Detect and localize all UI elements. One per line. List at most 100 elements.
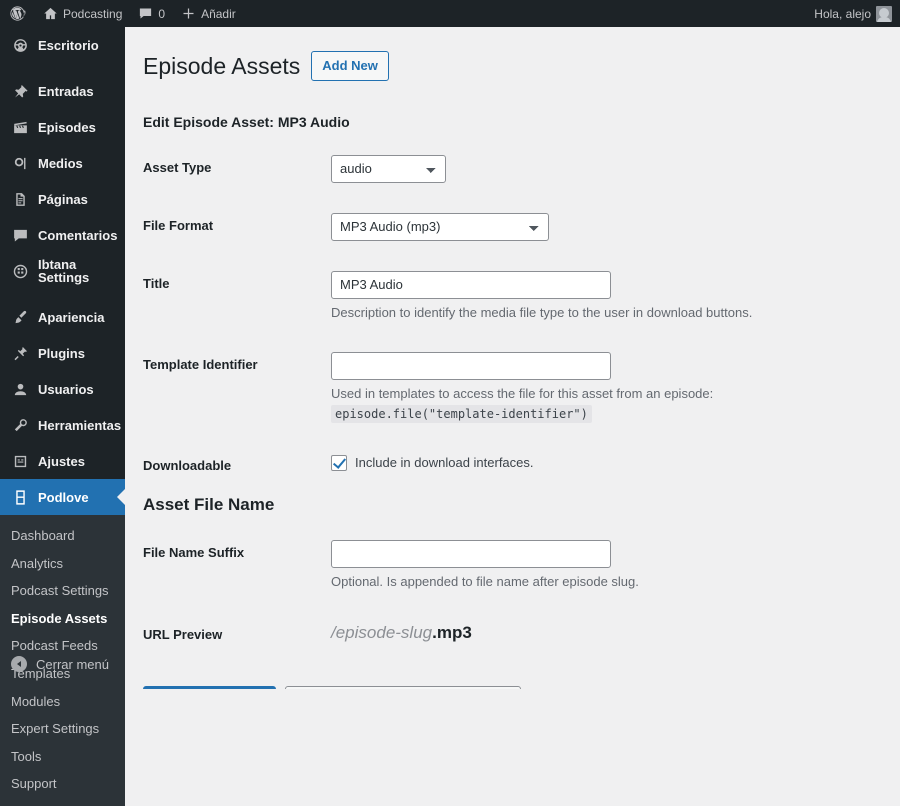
podlove-icon: [11, 488, 29, 506]
sidebar-item-label: Escritorio: [38, 37, 99, 53]
admin-bar: Podcasting 0 Añadir Hola, alejo: [0, 0, 900, 27]
template-identifier-description-text: Used in templates to access the file for…: [331, 386, 714, 402]
wrench-icon: [11, 416, 29, 434]
form-row-asset-type: Asset Type audio: [143, 140, 880, 198]
sidebar-item-label: Herramientas: [38, 417, 122, 433]
sidebar-item-plugins[interactable]: Plugins: [0, 335, 125, 371]
site-name-button[interactable]: Podcasting: [35, 0, 130, 27]
sidebar-item-entradas[interactable]: Entradas: [0, 73, 125, 109]
site-name-label: Podcasting: [63, 6, 123, 21]
paintbrush-icon: [11, 308, 29, 326]
file-name-suffix-description: Optional. Is appended to file name after…: [331, 574, 639, 590]
asset-type-select[interactable]: audio: [331, 154, 446, 183]
collapse-menu-label: Cerrar menú: [36, 656, 109, 672]
edit-asset-subtitle: Edit Episode Asset: MP3 Audio: [143, 113, 350, 130]
collapse-arrow-icon: [11, 656, 27, 672]
sidebar-item-label: Usuarios: [38, 381, 94, 397]
collapse-menu-button[interactable]: Cerrar menú: [0, 647, 125, 681]
url-preview-value: /episode-slug.mp3: [331, 623, 870, 643]
url-preview-label: URL Preview: [143, 626, 223, 642]
url-preview-slug: /episode-slug: [331, 622, 433, 642]
form-row-downloadable: Downloadable Include in download interfa…: [143, 438, 880, 495]
sidebar-item-label: Podlove: [38, 489, 89, 505]
greeting-label: Hola, alejo: [814, 6, 871, 21]
asset-file-name-heading: Asset File Name: [143, 495, 275, 515]
sidebar-item-episodes[interactable]: Episodes: [0, 109, 125, 145]
media-icon: [11, 154, 29, 172]
title-input[interactable]: [331, 270, 611, 299]
asset-form-table: Asset Type audio File Format MP3 Audio (…: [143, 140, 880, 495]
sidebar-item-comentarios[interactable]: Comentarios: [0, 217, 125, 253]
asset-type-label: Asset Type: [143, 159, 212, 175]
sidebar-subitem-episode-assets[interactable]: Episode Assets: [0, 605, 125, 633]
sliders-icon: [11, 452, 29, 470]
sidebar-item-label: Medios: [38, 155, 83, 171]
avatar: [876, 5, 892, 22]
page-title: Episode Assets: [143, 53, 301, 79]
wordpress-logo-button[interactable]: [0, 0, 35, 27]
plug-icon: [11, 344, 29, 362]
comments-count: 0: [158, 6, 166, 21]
dashboard-icon: [11, 36, 29, 54]
sidebar-item-usuarios[interactable]: Usuarios: [0, 371, 125, 407]
downloadable-checkbox[interactable]: [331, 455, 347, 472]
form-row-file-name-suffix: File Name Suffix Optional. Is appended t…: [143, 525, 880, 607]
sidebar-item-label: Plugins: [38, 345, 85, 361]
comment-bubble-icon: [138, 6, 153, 21]
sidebar-subitem-expert-settings[interactable]: Expert Settings: [0, 715, 125, 743]
title-label: Title: [143, 275, 170, 291]
menu-separator: [0, 289, 125, 299]
current-menu-arrow-icon: [117, 488, 126, 506]
new-content-button[interactable]: Añadir: [173, 0, 244, 27]
page-icon: [11, 190, 29, 208]
sidebar-item-ibtana-settings[interactable]: Ibtana Settings: [0, 253, 125, 289]
comments-button[interactable]: 0: [130, 0, 173, 27]
file-format-label: File Format: [143, 217, 214, 233]
admin-sidebar-menu: Escritorio Entradas Episodes Medios Pági…: [0, 27, 126, 806]
sidebar-item-label: Páginas: [38, 191, 88, 207]
sidebar-item-label: Comentarios: [38, 227, 118, 243]
form-row-url-preview: URL Preview /episode-slug.mp3: [143, 607, 880, 664]
sidebar-subitem-analytics[interactable]: Analytics: [0, 550, 125, 578]
sidebar-subitem-support[interactable]: Support: [0, 770, 125, 798]
page-header: Episode Assets Add New: [143, 43, 880, 86]
downloadable-label: Downloadable: [143, 458, 232, 474]
sidebar-item-paginas[interactable]: Páginas: [0, 181, 125, 217]
new-content-label: Añadir: [201, 6, 236, 21]
plus-icon: [181, 6, 196, 21]
sidebar-subitem-podcast-settings[interactable]: Podcast Settings: [0, 577, 125, 605]
comment-bubble-icon: [11, 226, 29, 244]
wordpress-logo-icon: [9, 5, 26, 22]
file-name-suffix-input[interactable]: [331, 540, 611, 569]
sidebar-subitem-tools[interactable]: Tools: [0, 743, 125, 771]
form-row-title: Title Description to identify the media …: [143, 256, 880, 338]
template-identifier-label: Template Identifier: [143, 357, 258, 373]
template-identifier-input[interactable]: [331, 352, 611, 381]
sidebar-item-podlove[interactable]: Podlove: [0, 479, 126, 515]
template-identifier-code-sample: episode.file("template-identifier"): [331, 404, 592, 423]
downloadable-checkbox-row[interactable]: Include in download interfaces.: [331, 454, 534, 472]
title-description: Description to identify the media file t…: [331, 304, 753, 320]
asset-file-name-table: File Name Suffix Optional. Is appended t…: [143, 525, 880, 663]
pin-icon: [11, 82, 29, 100]
sidebar-subitem-modules[interactable]: Modules: [0, 688, 125, 716]
url-preview-extension: .mp3: [432, 622, 472, 642]
menu-separator: [0, 63, 125, 73]
grid-circle-icon: [11, 262, 29, 280]
file-name-suffix-label: File Name Suffix: [143, 545, 245, 561]
user-icon: [11, 380, 29, 398]
form-row-template-identifier: Template Identifier Used in templates to…: [143, 337, 880, 438]
sidebar-item-ajustes[interactable]: Ajustes: [0, 443, 125, 479]
add-new-button[interactable]: Add New: [311, 50, 389, 81]
sidebar-item-herramientas[interactable]: Herramientas: [0, 407, 125, 443]
file-format-select[interactable]: MP3 Audio (mp3): [331, 212, 549, 241]
sidebar-item-medios[interactable]: Medios: [0, 145, 125, 181]
sidebar-item-label: Ibtana Settings: [38, 257, 90, 285]
sidebar-item-label: Entradas: [38, 83, 94, 99]
sidebar-subitem-dashboard[interactable]: Dashboard: [0, 522, 125, 550]
sidebar-item-escritorio[interactable]: Escritorio: [0, 27, 125, 63]
sidebar-item-apariencia[interactable]: Apariencia: [0, 299, 125, 335]
sidebar-item-label: Ajustes: [38, 453, 85, 469]
account-menu-button[interactable]: Hola, alejo: [806, 0, 900, 27]
clapperboard-icon: [11, 118, 29, 136]
